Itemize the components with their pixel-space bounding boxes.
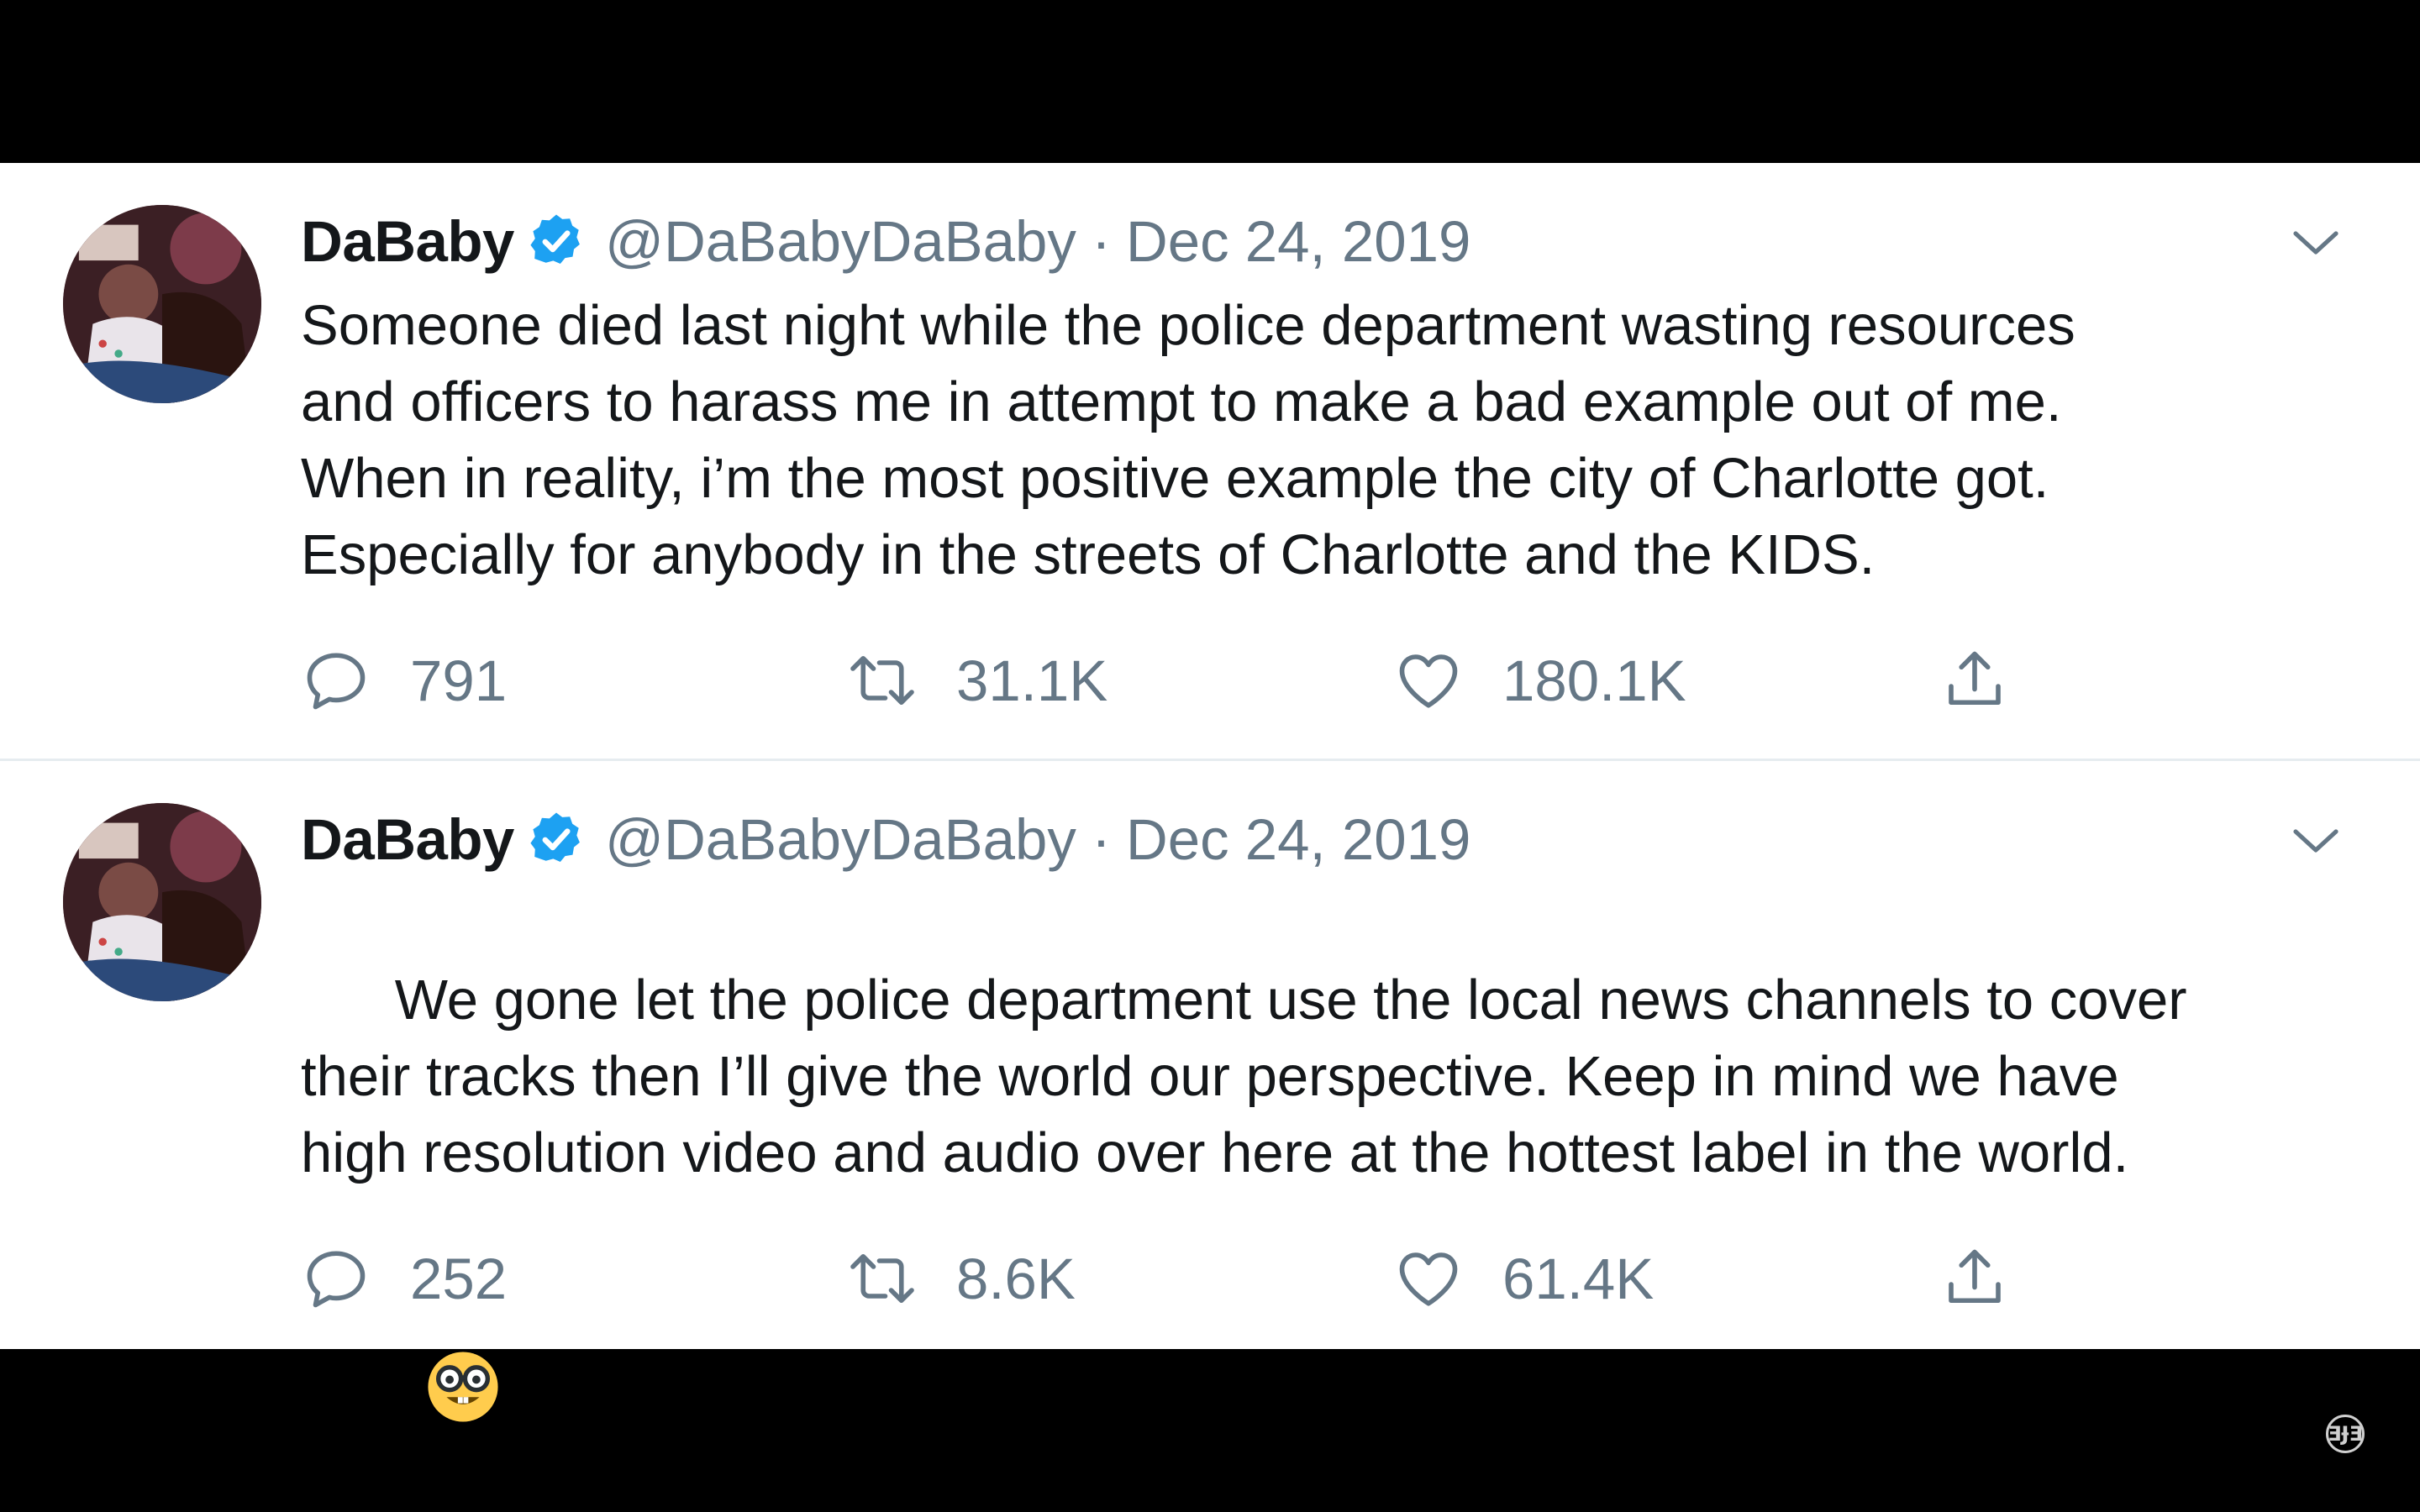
tweet-header: DaBaby @DaBabyDaBaby · Dec 24, 2019	[301, 203, 1470, 279]
heart-icon	[1399, 654, 1458, 708]
heart-icon	[1399, 1252, 1458, 1306]
tweet-date[interactable]: Dec 24, 2019	[1126, 208, 1470, 275]
retweet-icon	[850, 655, 914, 706]
share-icon	[1949, 651, 2001, 706]
avatar-image	[63, 803, 261, 1001]
header-separator: ·	[1091, 806, 1111, 872]
share-button[interactable]	[1939, 1236, 2049, 1320]
reply-icon	[307, 1251, 366, 1308]
reply-count: 252	[410, 1246, 508, 1311]
retweet-button[interactable]: 8.6K	[847, 1236, 1076, 1320]
chevron-down-icon[interactable]	[2291, 825, 2341, 858]
like-button[interactable]: 61.4K	[1393, 1236, 1654, 1320]
retweet-button[interactable]: 31.1K	[847, 638, 1107, 722]
like-button[interactable]: 180.1K	[1393, 638, 1686, 722]
like-count: 61.4K	[1502, 1246, 1655, 1311]
tweet-text: We gone let the police department use th…	[301, 969, 2187, 1184]
nerd-face-emoji-icon	[428, 1352, 498, 1422]
tweet-text: Someone died last night while the police…	[301, 294, 2075, 586]
retweet-count: 8.6K	[956, 1246, 1076, 1311]
author-handle[interactable]: @DaBabyDaBaby	[605, 806, 1076, 873]
author-name[interactable]: DaBaby	[301, 806, 514, 873]
tweet-card[interactable]: DaBaby @DaBabyDaBaby · Dec 24, 2019 Some…	[0, 163, 2420, 761]
avatar-image	[63, 205, 261, 403]
retweet-icon	[850, 1253, 914, 1304]
reply-button[interactable]: 252	[301, 1236, 507, 1320]
share-button[interactable]	[1939, 638, 2049, 722]
tweet-actions: 252 8.6K 61.4K	[301, 1236, 2065, 1320]
reply-button[interactable]: 791	[301, 638, 507, 722]
share-icon	[1949, 1249, 2001, 1304]
reply-icon	[307, 653, 366, 710]
tweet-card[interactable]: DaBaby @DaBabyDaBaby · Dec 24, 2019 We g…	[0, 761, 2420, 1422]
tweet-actions: 791 31.1K 180.1K	[301, 638, 2065, 722]
verified-badge-icon	[530, 812, 580, 862]
tweet-header: DaBaby @DaBabyDaBaby · Dec 24, 2019	[301, 801, 1470, 877]
like-count: 180.1K	[1502, 648, 1686, 713]
author-name[interactable]: DaBaby	[301, 208, 514, 275]
verified-badge-icon	[530, 214, 580, 264]
tweet-date[interactable]: Dec 24, 2019	[1126, 806, 1470, 873]
tweet-body: We gone let the police department use th…	[301, 885, 2351, 1497]
tweet-list: DaBaby @DaBabyDaBaby · Dec 24, 2019 Some…	[0, 163, 2420, 1422]
author-handle[interactable]: @DaBabyDaBaby	[605, 208, 1076, 275]
chevron-down-icon[interactable]	[2291, 227, 2341, 260]
watermark-logo: ƎɈƎ	[2326, 1415, 2365, 1453]
avatar[interactable]	[63, 205, 261, 403]
retweet-count: 31.1K	[956, 648, 1108, 713]
avatar[interactable]	[63, 803, 261, 1001]
reply-count: 791	[410, 648, 508, 713]
header-separator: ·	[1091, 208, 1111, 274]
